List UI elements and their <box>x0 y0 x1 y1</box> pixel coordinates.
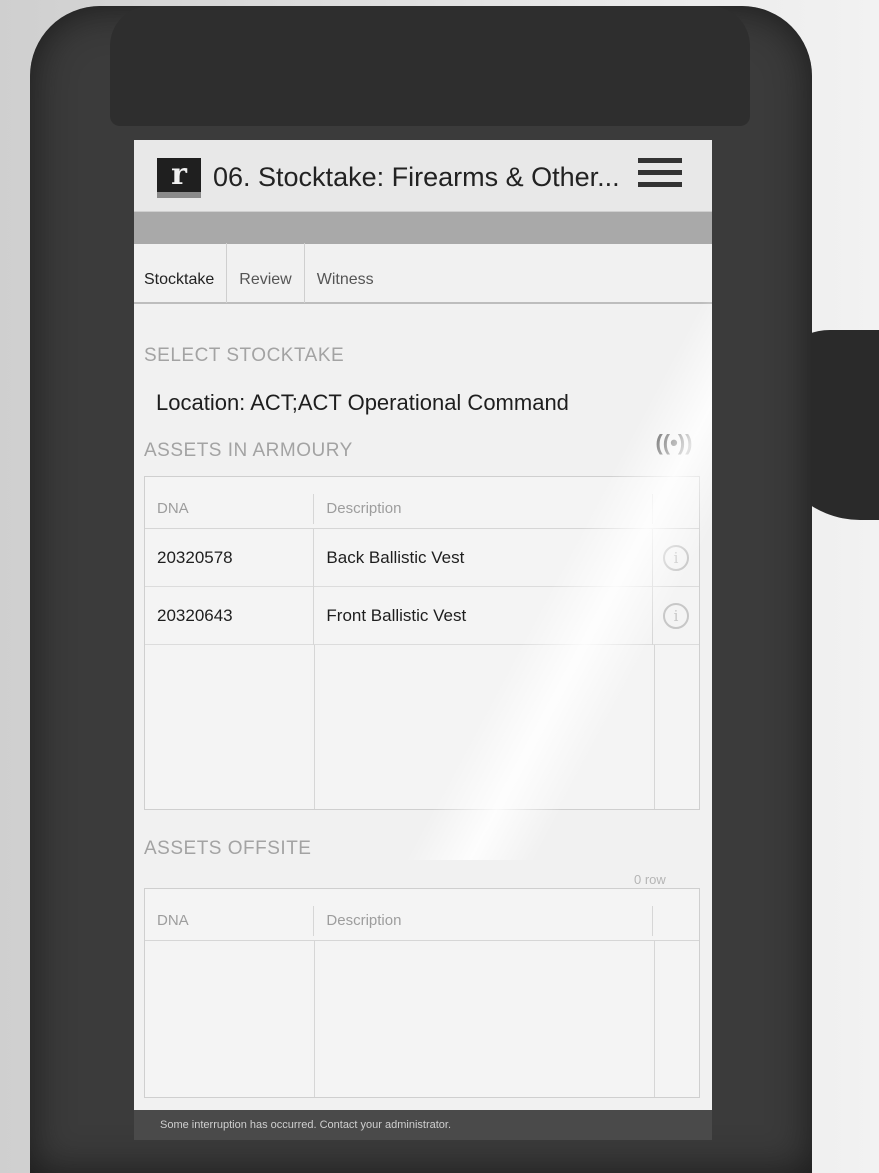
offsite-assets-table: DNA Description <box>144 888 700 1098</box>
empty-cell <box>315 941 655 1097</box>
table-row[interactable]: 20320643 Front Ballistic Vest i <box>145 586 699 645</box>
asset-dna: 20320578 <box>145 528 315 587</box>
table-row[interactable]: 20320578 Back Ballistic Vest i <box>145 528 699 587</box>
asset-description: Front Ballistic Vest <box>314 586 654 645</box>
row-action: i <box>653 544 699 571</box>
assets-in-armoury-heading: ASSETS IN ARMOURY <box>144 440 353 461</box>
error-message-bar: Some interruption has occurred. Contact … <box>134 1110 712 1140</box>
column-header-description[interactable]: Description <box>314 494 654 524</box>
tab-bar: Stocktake Review Witness <box>134 243 712 304</box>
offsite-row-count: 0 row <box>634 872 666 887</box>
select-stocktake-heading: SELECT STOCKTAKE <box>144 345 345 366</box>
hamburger-menu-icon[interactable] <box>638 158 682 194</box>
device-screen: r 06. Stocktake: Firearms & Other... Sto… <box>134 140 712 1140</box>
empty-cell <box>145 645 315 809</box>
tab-stocktake[interactable]: Stocktake <box>134 243 228 303</box>
table-empty-area <box>145 645 699 809</box>
column-header-description[interactable]: Description <box>314 906 654 936</box>
app-logo: r <box>157 158 201 198</box>
app-header: r 06. Stocktake: Firearms & Other... <box>134 140 712 212</box>
asset-description: Back Ballistic Vest <box>314 528 654 587</box>
armoury-assets-table: DNA Description 20320578 Back Ballistic … <box>144 476 700 810</box>
info-icon[interactable]: i <box>663 602 690 629</box>
status-bar <box>134 212 712 244</box>
column-header-dna[interactable]: DNA <box>145 906 315 936</box>
info-icon[interactable]: i <box>663 544 690 571</box>
tab-witness[interactable]: Witness <box>305 243 386 303</box>
location-selector[interactable]: Location: ACT;ACT Operational Command <box>156 390 569 416</box>
empty-cell <box>145 941 315 1097</box>
rfid-scan-icon[interactable]: ((•)) <box>644 430 704 460</box>
device-top-bumper <box>110 6 750 126</box>
menu-bar <box>638 170 682 175</box>
column-header-dna[interactable]: DNA <box>145 494 315 524</box>
table-empty-area <box>145 941 699 1097</box>
row-action: i <box>653 602 699 629</box>
menu-bar <box>638 182 682 187</box>
table-header: DNA Description <box>145 889 699 941</box>
table-header: DNA Description <box>145 477 699 529</box>
assets-offsite-heading: ASSETS OFFSITE <box>144 838 312 859</box>
page-title: 06. Stocktake: Firearms & Other... <box>213 162 620 192</box>
tab-review[interactable]: Review <box>227 243 305 303</box>
menu-bar <box>638 158 682 163</box>
empty-cell <box>315 645 655 809</box>
asset-dna: 20320643 <box>145 586 315 645</box>
